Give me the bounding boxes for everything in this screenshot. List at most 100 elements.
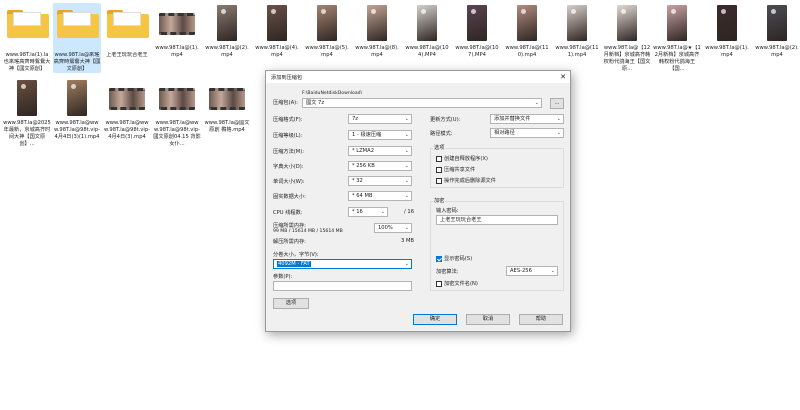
file-item[interactable]: www.98T.la@(2).mp4 <box>753 3 800 59</box>
photo-thumbnail <box>657 3 697 43</box>
enc-method-select[interactable]: AES-256 ⌄ <box>506 266 558 276</box>
checkbox-icon <box>436 280 442 287</box>
file-item[interactable]: www.98T.la@【12月新档】京城高齐韩权粉代鸽海王【国文原... <box>603 3 651 73</box>
archive-path: F:\BaiduNetdiskDownload\ <box>302 91 363 96</box>
checkbox-checked-icon <box>436 255 442 262</box>
password-input[interactable]: 上老王玩玩合老王 <box>436 215 558 225</box>
pathmode-label: 路径模式: <box>430 131 453 137</box>
dict-label: 字典大小(D): <box>273 164 304 170</box>
method-select[interactable]: * LZMA2 ⌄ <box>348 146 412 156</box>
cpu-select[interactable]: * 16 ⌄ <box>348 207 388 217</box>
file-item[interactable]: www.98T.la@(8).mp4 <box>353 3 401 59</box>
file-item[interactable]: www.98T.la@★【12月新档】京城高齐韩权粉代鸽海王【国... <box>653 3 701 73</box>
dialog-titlebar: 添加到压缩包 ✕ <box>266 71 570 83</box>
folder-item[interactable]: www.98T.la(1).la也來瑤高齊時鴛鴦大神【國文原創】 <box>3 3 51 73</box>
add-to-archive-dialog: 添加到压缩包 ✕ 压缩包(A): F:\BaiduNetdiskDownload… <box>265 70 571 332</box>
options-button[interactable]: 选项 <box>273 298 309 309</box>
shared-checkbox[interactable]: 压缩共享文件 <box>436 166 475 173</box>
file-label: www.98T.la@(107).MP4 <box>455 45 499 58</box>
file-item[interactable]: www.98T.la@www.98T.la@98t.vip-4月4日(3).mp… <box>103 78 151 141</box>
encrypt-names-checkbox[interactable]: 加密文件名(N) <box>436 280 478 287</box>
photo-thumbnail <box>307 3 347 43</box>
file-item[interactable]: www.98T.la@(1).mp4 <box>703 3 751 59</box>
chevron-down-icon: ⌄ <box>404 148 409 154</box>
checkbox-icon <box>436 166 442 173</box>
file-item[interactable]: www.98T.la@www.98T.la@98t.vip-國文原創04.15 … <box>153 78 201 148</box>
photo-thumbnail <box>707 3 747 43</box>
level-label: 压缩等级(L): <box>273 133 303 139</box>
photo-thumbnail <box>407 3 447 43</box>
file-label: www.98T.la@【12月新档】京城高齐韩权粉代鸽海王【国文原... <box>603 45 651 72</box>
file-label: www.98T.la@www.98T.la@98t.vip-4月4日(3).mp… <box>104 120 150 140</box>
file-item[interactable]: www.98T.la@(1).mp4 <box>153 3 201 59</box>
folder-item[interactable]: 上老王玩玩合老王 <box>103 3 151 59</box>
file-label: www.98T.la@www.98T.la@98t.vip-國文原創04.15 … <box>153 120 201 147</box>
folder-item[interactable]: www.98T.la@來瑤高齊時鴛鴦大神【國文原創】 <box>53 3 101 73</box>
file-item[interactable]: www.98T.la@(110).mp4 <box>503 3 551 59</box>
chevron-down-icon: ⌄ <box>556 130 561 136</box>
format-label: 压缩格式(F): <box>273 117 303 123</box>
photo-thumbnail <box>57 78 97 118</box>
close-icon[interactable]: ✕ <box>556 71 570 83</box>
file-item[interactable]: www.98T.la@國文原創 橢格.mp4 <box>203 78 251 134</box>
cancel-button[interactable]: 取消 <box>466 314 510 325</box>
file-label: www.98T.la@(2).mp4 <box>205 45 249 58</box>
options-group-title: 选项 <box>433 144 446 151</box>
browse-button[interactable]: ... <box>550 98 564 109</box>
video-thumbnail <box>107 78 147 118</box>
file-label: www.98T.la(1).la也來瑤高齊時鴛鴦大神【國文原創】 <box>3 52 51 72</box>
chevron-down-icon: ⌄ <box>550 268 555 274</box>
video-thumbnail <box>207 78 247 118</box>
dict-select[interactable]: * 256 KB ⌄ <box>348 161 412 171</box>
split-size-combo[interactable]: 4092M - FAT ⌄ <box>273 259 412 269</box>
photo-thumbnail <box>357 3 397 43</box>
level-select[interactable]: 1 - 极速压缩 ⌄ <box>348 130 412 140</box>
params-input[interactable] <box>273 281 412 291</box>
file-label: www.98T.la@(4).mp4 <box>255 45 299 58</box>
file-item[interactable]: www.98T.la@(104).MP4 <box>403 3 451 59</box>
mem-percent-select[interactable]: 100% ⌄ <box>374 223 412 233</box>
dialog-title: 添加到压缩包 <box>271 74 303 81</box>
word-select[interactable]: * 32 ⌄ <box>348 176 412 186</box>
format-select[interactable]: 7z ⌄ <box>348 114 412 124</box>
file-item[interactable]: www.98T.la@(107).MP4 <box>453 3 501 59</box>
checkbox-icon <box>436 155 442 162</box>
archive-name-combo[interactable]: 國文 7z ⌄ <box>302 98 542 108</box>
chevron-down-icon: ⌄ <box>380 209 385 215</box>
file-label: www.98T.la@國文原創 橢格.mp4 <box>204 120 250 133</box>
file-label: www.98T.la@www.98T.la@98t.vip-4月4日(3)(1)… <box>54 120 100 140</box>
sfx-checkbox[interactable]: 创建自释放程序(X) <box>436 155 488 162</box>
decomp-label: 解压所需内存: <box>273 239 306 245</box>
chevron-down-icon: ⌄ <box>404 193 409 199</box>
file-item[interactable]: www.98T.la@www.98T.la@98t.vip-4月4日(3)(1)… <box>53 78 101 141</box>
photo-thumbnail <box>607 3 647 43</box>
chevron-down-icon: ⌄ <box>404 116 409 122</box>
folder-icon <box>107 10 149 50</box>
file-item[interactable]: www.98T.la@(4).mp4 <box>253 3 301 59</box>
video-thumbnail <box>157 78 197 118</box>
file-item[interactable]: www.98T.la@(111).mp4 <box>553 3 601 59</box>
show-password-checkbox[interactable]: 显示密码(S) <box>436 255 472 262</box>
file-item[interactable]: www.98T.la@(2).mp4 <box>203 3 251 59</box>
pathmode-select[interactable]: 相对路径 ⌄ <box>490 128 564 138</box>
checkbox-icon <box>436 177 442 184</box>
file-label: www.98T.la@(110).mp4 <box>505 45 549 58</box>
file-label: www.98T.la@2025年最新，京城高齐时间大神【国文原创】... <box>3 120 51 147</box>
file-item[interactable]: www.98T.la@2025年最新，京城高齐时间大神【国文原创】... <box>3 78 51 148</box>
chevron-down-icon: ⌄ <box>404 178 409 184</box>
video-thumbnail <box>157 3 197 43</box>
solid-label: 固实数据大小: <box>273 194 306 200</box>
password-label: 输入密码: <box>436 208 459 214</box>
word-label: 单词大小(W): <box>273 179 305 185</box>
file-label: www.98T.la@(8).mp4 <box>355 45 399 58</box>
chevron-down-icon: ⌄ <box>534 100 539 106</box>
delete-source-checkbox[interactable]: 操作完成后删除源文件 <box>436 177 496 184</box>
split-label: 分卷大小，字节(V): <box>273 252 319 258</box>
update-select[interactable]: 添加并替换文件 ⌄ <box>490 114 564 124</box>
solid-select[interactable]: * 64 MB ⌄ <box>348 191 412 201</box>
help-button[interactable]: 帮助 <box>519 314 563 325</box>
update-label: 更新方式(U): <box>430 117 461 123</box>
ok-button[interactable]: 确定 <box>413 314 457 325</box>
file-item[interactable]: www.98T.la@(5).mp4 <box>303 3 351 59</box>
file-label: www.98T.la@來瑤高齊時鴛鴦大神【國文原創】 <box>53 52 101 72</box>
